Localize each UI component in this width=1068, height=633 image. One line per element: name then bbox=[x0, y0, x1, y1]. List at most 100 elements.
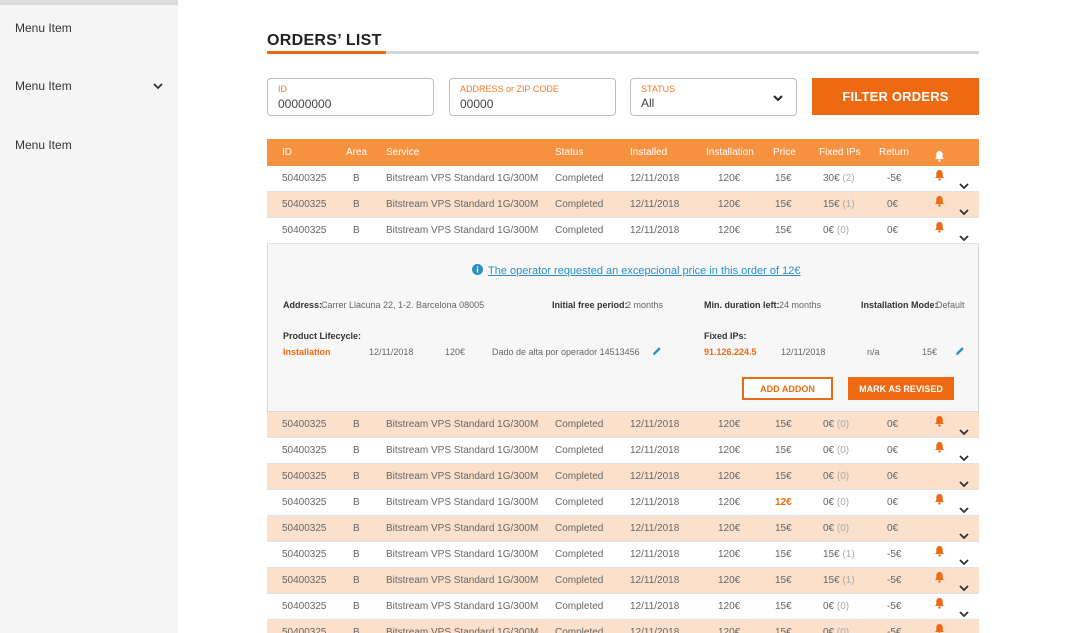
cell-status: Completed bbox=[555, 419, 604, 430]
table-row[interactable]: 50400325 B Bitstream VPS Standard 1G/300M C… bbox=[267, 516, 979, 542]
cell-installed: 12/11/2018 bbox=[630, 419, 680, 430]
bell-icon[interactable] bbox=[934, 542, 946, 568]
table-row[interactable]: 50400325 B Bitstream VPS Standard 1G/300M C… bbox=[267, 192, 979, 218]
header-return[interactable]: Return bbox=[879, 139, 909, 166]
fixed-ips-count: (0) bbox=[836, 601, 850, 612]
fixed-ips-amount: 0€ bbox=[823, 225, 835, 236]
fixed-ips-amount: 30€ bbox=[823, 173, 840, 184]
cell-fixed-ips: 15€ (1) bbox=[823, 192, 855, 218]
fixed-ips-amount: 0€ bbox=[823, 601, 835, 612]
cell-price: 15€ bbox=[775, 601, 792, 612]
header-installation[interactable]: Installation bbox=[706, 139, 754, 166]
table-row[interactable]: 50400325 B Bitstream VPS Standard 1G/300M C… bbox=[267, 464, 979, 490]
header-fixed-ips[interactable]: Fixed IPs bbox=[819, 139, 861, 166]
sidebar-item-1[interactable]: Menu Item bbox=[15, 18, 165, 38]
header-service[interactable]: Service bbox=[386, 139, 419, 166]
table-row[interactable]: 50400325 B Bitstream VPS Standard 1G/300M C… bbox=[267, 568, 979, 594]
cell-status: Completed bbox=[555, 199, 604, 210]
cell-fixed-ips: 0€ (0) bbox=[823, 594, 849, 620]
fixed-ips-amount: 0€ bbox=[823, 523, 835, 534]
header-status[interactable]: Status bbox=[555, 139, 583, 166]
bell-icon[interactable] bbox=[934, 490, 946, 516]
header-area[interactable]: Area bbox=[346, 139, 367, 166]
cell-status: Completed bbox=[555, 173, 604, 184]
bell-icon[interactable] bbox=[934, 166, 946, 192]
filter-orders-button[interactable]: FILTER ORDERS bbox=[812, 78, 979, 115]
status-filter-select[interactable]: STATUS All bbox=[630, 78, 797, 116]
exceptional-price-notice[interactable]: The operator requested an excepcional pr… bbox=[472, 264, 800, 278]
bell-icon[interactable] bbox=[934, 568, 946, 594]
table-row[interactable]: 50400325 B Bitstream VPS Standard 1G/300M C… bbox=[267, 438, 979, 464]
cell-return: 0€ bbox=[887, 199, 899, 210]
cell-installation: 120€ bbox=[718, 419, 741, 430]
sidebar-item-3[interactable]: Menu Item bbox=[15, 135, 165, 155]
pencil-icon[interactable] bbox=[652, 346, 662, 358]
cell-status: Completed bbox=[555, 549, 604, 560]
lifecycle-date: 12/11/2018 bbox=[369, 347, 414, 357]
fixed-ips-amount: 0€ bbox=[823, 445, 835, 456]
cell-price: 15€ bbox=[775, 419, 792, 430]
fixed-ips-amount: 0€ bbox=[823, 419, 835, 430]
sidebar-item-2[interactable]: Menu Item bbox=[15, 76, 165, 96]
cell-return: -5€ bbox=[887, 627, 902, 633]
cell-area: B bbox=[353, 497, 360, 508]
cell-service: Bitstream VPS Standard 1G/300M bbox=[386, 523, 539, 534]
address-filter-field[interactable]: ADDRESS or ZIP CODE bbox=[449, 78, 616, 116]
bell-icon[interactable] bbox=[934, 438, 946, 464]
address-label: Address: bbox=[283, 300, 323, 310]
bell-icon[interactable] bbox=[934, 412, 946, 438]
cell-installed: 12/11/2018 bbox=[630, 445, 680, 456]
add-addon-button[interactable]: ADD ADDON bbox=[742, 377, 833, 400]
cell-installation: 120€ bbox=[718, 199, 741, 210]
cell-area: B bbox=[353, 471, 360, 482]
bell-icon[interactable] bbox=[934, 594, 946, 620]
cell-id: 50400325 bbox=[282, 199, 327, 210]
id-filter-input[interactable] bbox=[278, 96, 423, 112]
chevron-down-icon[interactable] bbox=[151, 79, 165, 93]
header-installed[interactable]: Installed bbox=[630, 139, 667, 166]
cell-return: 0€ bbox=[887, 497, 899, 508]
cell-fixed-ips: 0€ (0) bbox=[823, 620, 849, 633]
cell-return: 0€ bbox=[887, 523, 899, 534]
table-row[interactable]: 50400325 B Bitstream VPS Standard 1G/300M C… bbox=[267, 542, 979, 568]
table-row[interactable]: 50400325 B Bitstream VPS Standard 1G/300M C… bbox=[267, 166, 979, 192]
fixed-ips-count: (1) bbox=[842, 549, 855, 560]
cell-service: Bitstream VPS Standard 1G/300M bbox=[386, 199, 539, 210]
cell-service: Bitstream VPS Standard 1G/300M bbox=[386, 225, 539, 236]
cell-installation: 120€ bbox=[718, 549, 741, 560]
mark-as-revised-button[interactable]: MARK AS REVISED bbox=[848, 377, 954, 400]
cell-installed: 12/11/2018 bbox=[630, 225, 680, 236]
bell-icon[interactable] bbox=[934, 192, 946, 218]
fixed-ips-amount: 15€ bbox=[823, 549, 840, 560]
rows-bottom: 50400325 B Bitstream VPS Standard 1G/300M C… bbox=[267, 412, 979, 633]
table-row[interactable]: 50400325 B Bitstream VPS Standard 1G/300M C… bbox=[267, 594, 979, 620]
cell-area: B bbox=[353, 173, 360, 184]
header-price[interactable]: Price bbox=[773, 139, 796, 166]
id-filter-field[interactable]: ID bbox=[267, 78, 434, 116]
cell-id: 50400325 bbox=[282, 497, 327, 508]
fixed-ips-count: (0) bbox=[836, 225, 850, 236]
table-row[interactable]: 50400325 B Bitstream VPS Standard 1G/300M C… bbox=[267, 620, 979, 633]
cell-status: Completed bbox=[555, 575, 604, 586]
cell-status: Completed bbox=[555, 471, 604, 482]
table-row[interactable]: 50400325 B Bitstream VPS Standard 1G/300M C… bbox=[267, 412, 979, 438]
cell-installation: 120€ bbox=[718, 225, 741, 236]
cell-installed: 12/11/2018 bbox=[630, 523, 680, 534]
cell-status: Completed bbox=[555, 523, 604, 534]
cell-id: 50400325 bbox=[282, 523, 327, 534]
cell-fixed-ips: 0€ (0) bbox=[823, 464, 849, 490]
notice-text[interactable]: The operator requested an excepcional pr… bbox=[488, 265, 800, 277]
sidebar-top-bar bbox=[0, 0, 178, 5]
header-id[interactable]: ID bbox=[282, 139, 292, 166]
bell-icon[interactable] bbox=[934, 218, 946, 244]
bell-icon[interactable] bbox=[934, 620, 946, 633]
page-header: ORDERS’ LIST bbox=[267, 32, 979, 56]
address-filter-input[interactable] bbox=[460, 96, 605, 112]
table-row[interactable]: 50400325 B Bitstream VPS Standard 1G/300M C… bbox=[267, 490, 979, 516]
fixed-ips-amount: 0€ bbox=[823, 627, 835, 633]
chevron-down-icon[interactable] bbox=[959, 629, 971, 633]
table-row[interactable]: 50400325 B Bitstream VPS Standard 1G/300M C… bbox=[267, 218, 979, 244]
cell-fixed-ips: 0€ (0) bbox=[823, 438, 849, 464]
cell-id: 50400325 bbox=[282, 471, 327, 482]
pencil-icon[interactable] bbox=[955, 346, 965, 358]
